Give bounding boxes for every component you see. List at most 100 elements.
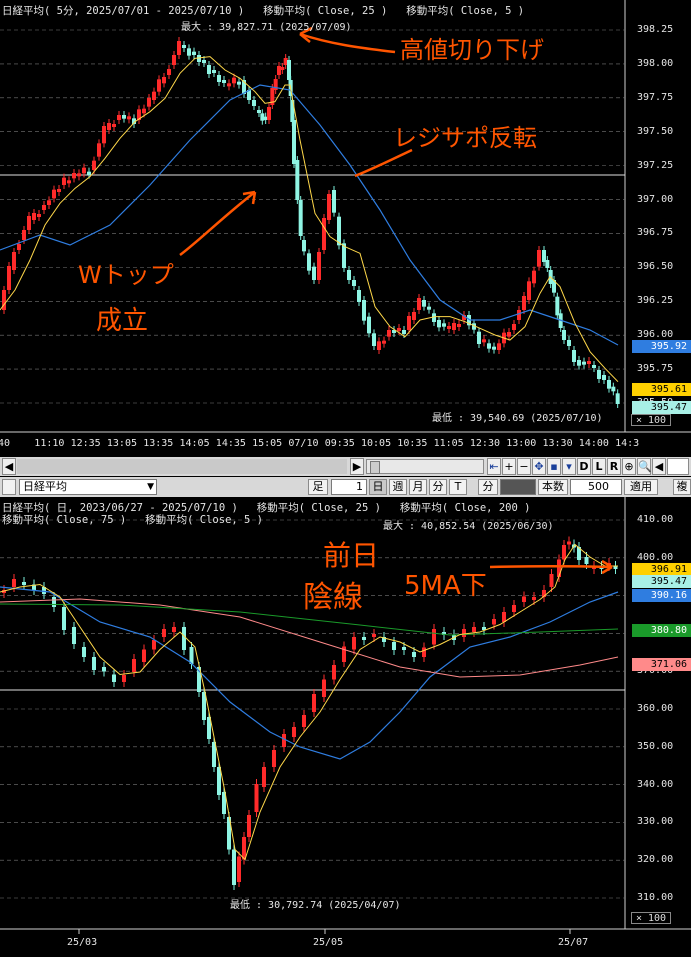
intraday-candle <box>572 350 576 362</box>
intraday-candle <box>97 143 101 157</box>
daily-candle <box>372 634 376 637</box>
intraday-candle <box>412 312 416 320</box>
tab-day[interactable]: 日 <box>369 479 387 495</box>
intraday-candle <box>177 41 181 55</box>
intraday-candle <box>597 370 601 379</box>
intraday-candle <box>37 214 41 217</box>
tab-week[interactable]: 週 <box>389 479 407 495</box>
magnifier-icon[interactable]: 🔍 <box>637 458 652 475</box>
intraday-y-tick: 396.50 <box>637 261 674 273</box>
intraday-candle <box>82 167 86 174</box>
minute-interval-input[interactable] <box>500 479 536 495</box>
tab-minute[interactable]: 分 <box>429 479 447 495</box>
daily-candle <box>22 582 26 585</box>
daily-y-tick: 330.00 <box>637 816 674 828</box>
intraday-x-tick: 14:05 <box>179 438 210 449</box>
zoom-out-button[interactable]: − <box>517 458 531 475</box>
zoom-slider-handle[interactable] <box>370 461 380 474</box>
intraday-candle <box>302 240 306 252</box>
intraday-candle <box>417 298 421 310</box>
daily-x-tick: 25/07 <box>558 937 589 948</box>
daily-candle <box>562 545 566 560</box>
daily-candle <box>52 597 56 607</box>
daily-candle <box>172 627 176 632</box>
intraday-candle <box>47 200 51 205</box>
intraday-candle <box>257 110 261 113</box>
crosshair-icon[interactable]: ⊕ <box>622 458 636 475</box>
intraday-candle <box>87 171 91 175</box>
scroll-track[interactable] <box>17 459 347 474</box>
intraday-candle <box>447 326 451 329</box>
daily-candle <box>332 665 336 680</box>
intraday-candle <box>382 340 386 344</box>
daily-price-label: 371.06 <box>632 658 691 671</box>
intraday-candle <box>611 386 616 392</box>
intraday-candle <box>377 341 381 350</box>
scroll-end-left-button[interactable]: ◀ <box>652 458 666 475</box>
intraday-candlestick-chart[interactable] <box>0 0 691 457</box>
intraday-candle <box>522 296 526 310</box>
apply-button[interactable]: 適用 <box>624 479 658 495</box>
daily-candle <box>557 559 561 577</box>
intraday-candle <box>192 51 196 55</box>
intraday-candle <box>492 346 496 350</box>
daily-candle <box>532 597 536 600</box>
daily-candle <box>102 667 106 672</box>
intraday-candle <box>107 123 111 130</box>
period-count-input[interactable]: 1 <box>331 479 367 495</box>
daily-candle <box>262 767 266 787</box>
daily-candle <box>584 557 589 564</box>
toolbar-menu-button[interactable] <box>2 479 16 495</box>
intraday-max-label: 最大 : 39,827.71 (2025/07/09) <box>181 22 352 33</box>
intraday-x-tick: 40 <box>0 438 11 449</box>
daily-candle <box>132 659 136 672</box>
daily-price-label: 395.47 <box>632 575 691 588</box>
daily-candle <box>92 657 96 670</box>
scroll-end-track[interactable] <box>667 458 689 475</box>
intraday-candle <box>407 316 411 330</box>
intraday-candle <box>162 77 166 84</box>
dropdown-button[interactable]: ▾ <box>562 458 576 475</box>
intraday-chart-pane[interactable]: 日経平均( 5分, 2025/07/01 - 2025/07/10 ) 移動平均… <box>0 0 691 457</box>
intraday-min-label: 最低 : 39,540.69 (2025/07/10) <box>432 413 603 424</box>
intraday-y-tick: 396.25 <box>637 295 674 307</box>
stop-button[interactable]: ▪ <box>547 458 561 475</box>
daily-zoom-indicator[interactable]: × 100 <box>631 912 671 924</box>
daily-candle <box>247 815 251 837</box>
bar-count-input[interactable]: 500 <box>570 479 622 495</box>
intraday-candle <box>322 218 326 250</box>
zoom-slider[interactable] <box>366 459 484 474</box>
annotation-arrow <box>354 148 413 178</box>
intraday-candle <box>307 253 311 271</box>
symbol-select[interactable]: 日経平均 ▼ <box>19 479 157 495</box>
zoom-in-button[interactable]: + <box>502 458 516 475</box>
intraday-candle <box>232 77 236 84</box>
intraday-candle <box>482 339 486 343</box>
intraday-candle <box>102 126 106 144</box>
daily-candle <box>292 727 296 737</box>
intraday-zoom-indicator[interactable]: × 100 <box>631 414 671 426</box>
pan-button[interactable]: ✥ <box>532 458 546 475</box>
r-button[interactable]: R <box>607 458 621 475</box>
daily-chart-pane[interactable]: 日経平均( 日, 2023/06/27 - 2025/07/10 ) 移動平均(… <box>0 497 691 957</box>
d-button[interactable]: D <box>577 458 591 475</box>
daily-max-label: 最大 : 40,852.54 (2025/06/30) <box>383 521 554 532</box>
scroll-left-button[interactable]: ◀ <box>2 458 16 475</box>
tab-tick[interactable]: T <box>449 479 467 495</box>
annotation-resistance-support-flip: レジサポ反転 <box>393 124 537 152</box>
intraday-candle <box>27 216 31 230</box>
compound-button[interactable]: 複 <box>673 479 691 495</box>
intraday-x-tick: 13:05 <box>106 438 137 449</box>
tab-month[interactable]: 月 <box>409 479 427 495</box>
daily-candle <box>492 619 496 625</box>
chevron-down-icon: ▼ <box>147 482 154 492</box>
annotation-arrow <box>299 32 396 54</box>
scroll-right-button[interactable]: ▶ <box>350 458 364 475</box>
intraday-x-tick: 14:00 <box>578 438 609 449</box>
l-button[interactable]: L <box>592 458 606 475</box>
intraday-candle <box>22 230 26 240</box>
intraday-candle <box>582 361 586 365</box>
intraday-x-tick: 13:35 <box>143 438 174 449</box>
jump-start-button[interactable]: ⇤ <box>487 458 501 475</box>
daily-candle <box>72 627 76 644</box>
